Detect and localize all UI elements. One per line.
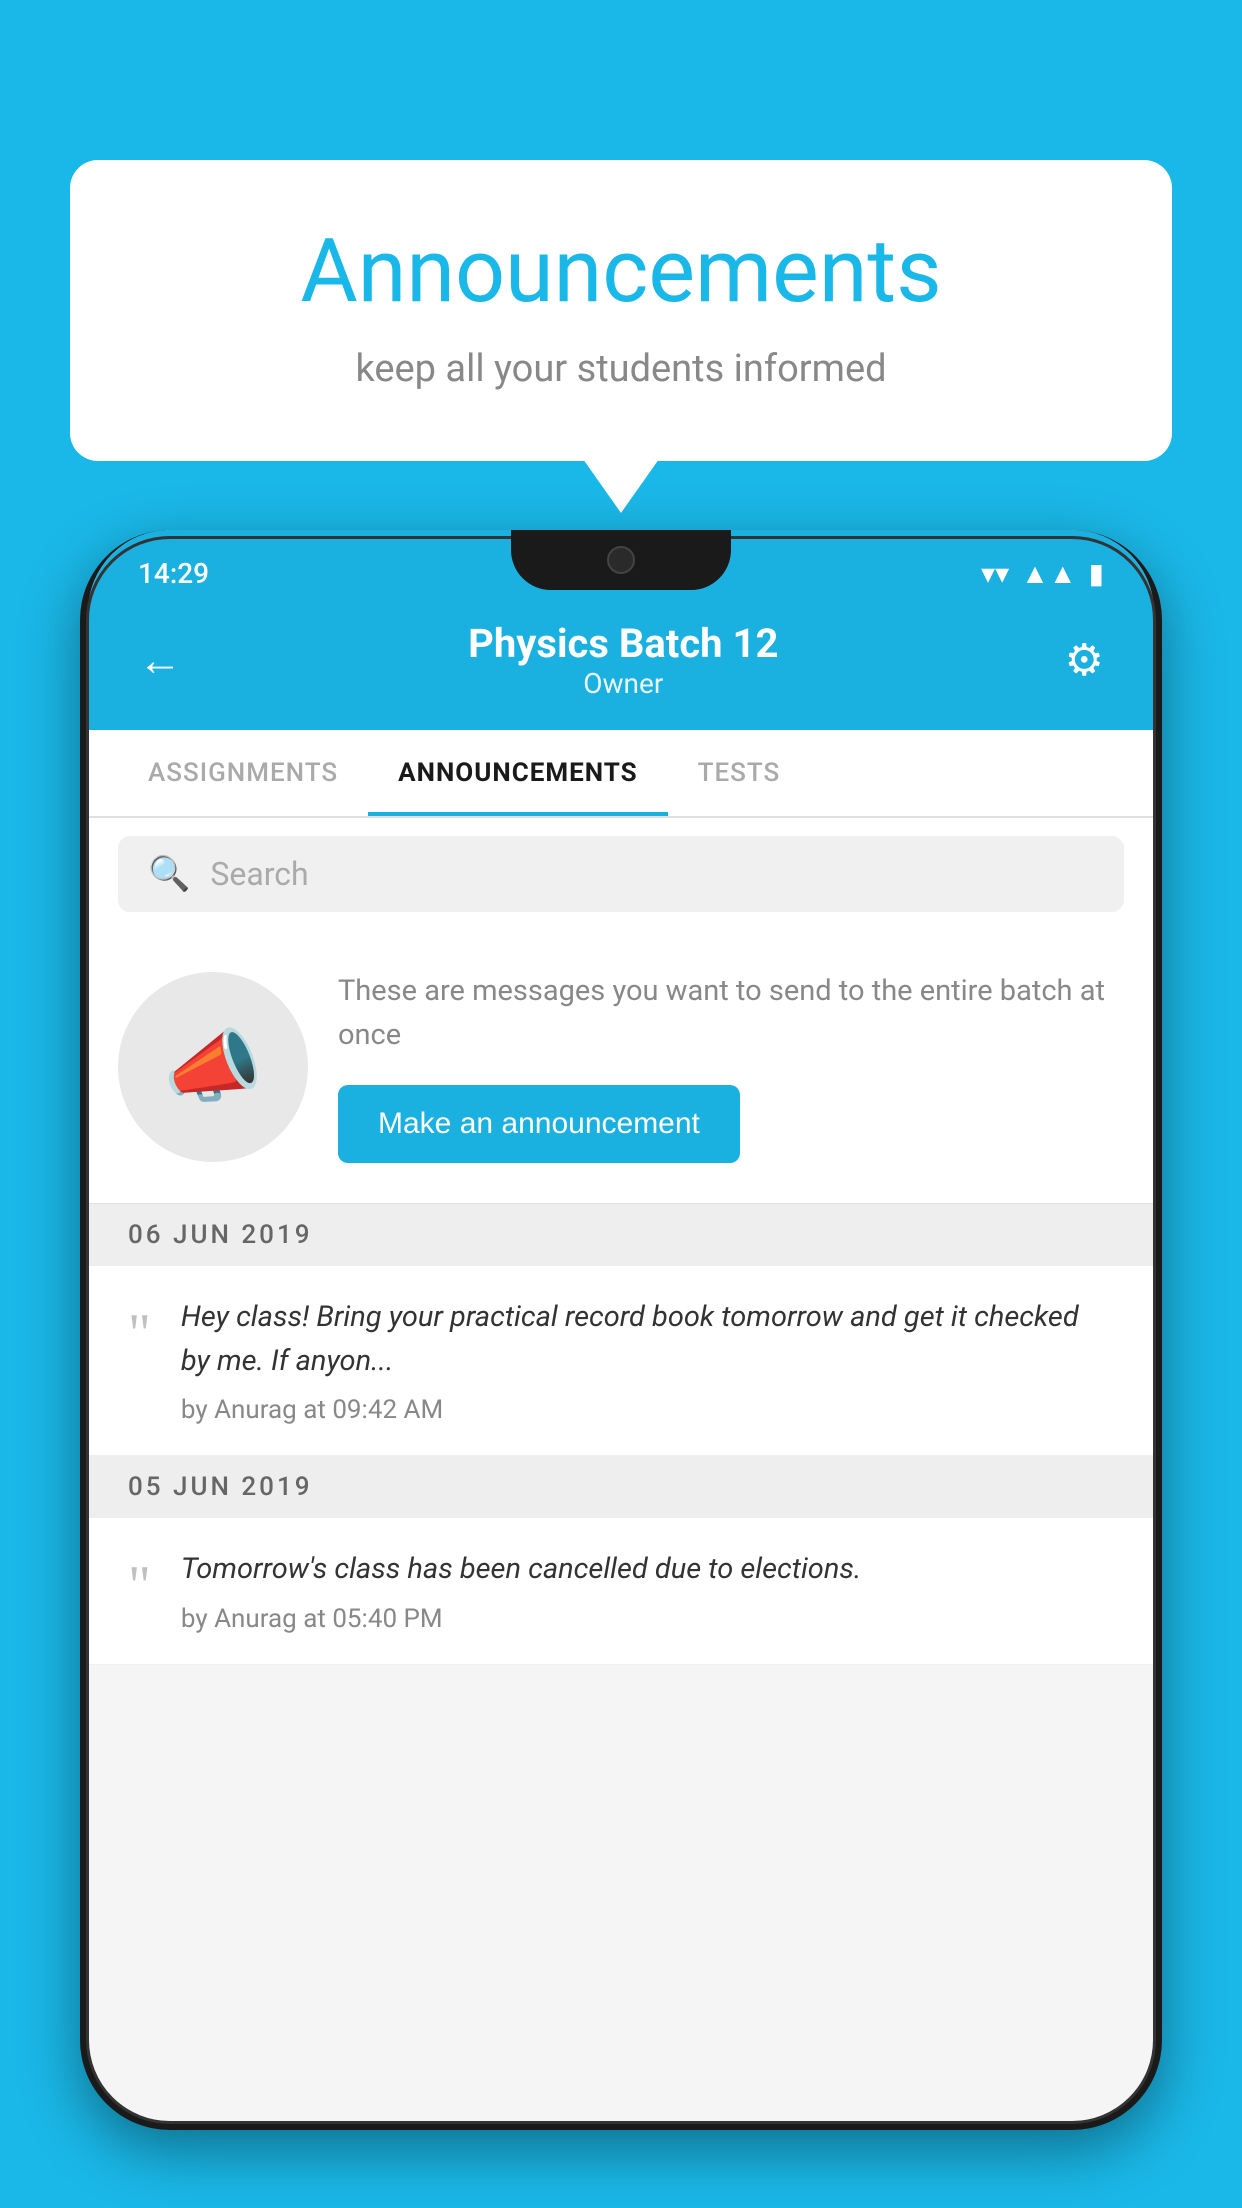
quote-icon-1: " xyxy=(128,1306,151,1362)
announcement-content-1: Hey class! Bring your practical record b… xyxy=(181,1296,1114,1425)
phone-notch xyxy=(511,530,731,590)
signal-icon: ▲▲ xyxy=(1021,557,1076,590)
promo-content: These are messages you want to send to t… xyxy=(338,970,1124,1163)
announcement-content-2: Tomorrow's class has been cancelled due … xyxy=(181,1548,1114,1634)
search-input[interactable]: Search xyxy=(210,855,308,893)
quote-icon-2: " xyxy=(128,1558,151,1614)
search-icon: 🔍 xyxy=(148,854,190,894)
search-bar[interactable]: 🔍 Search xyxy=(118,836,1124,912)
speech-bubble-container: Announcements keep all your students inf… xyxy=(70,160,1172,461)
header-title: Physics Batch 12 xyxy=(468,620,778,667)
phone-frame: 14:29 ▾▾ ▲▲ ▮ ← Physics Batch 12 Owner ⚙ xyxy=(80,530,1162,2130)
gear-icon[interactable]: ⚙ xyxy=(1065,634,1104,686)
tabs-bar: ASSIGNMENTS ANNOUNCEMENTS TESTS xyxy=(88,730,1154,818)
announcement-text-2: Tomorrow's class has been cancelled due … xyxy=(181,1548,1114,1592)
tab-announcements[interactable]: ANNOUNCEMENTS xyxy=(368,730,667,816)
date-header-2: 05 JUN 2019 xyxy=(88,1456,1154,1518)
promo-section: 📣 These are messages you want to send to… xyxy=(88,930,1154,1204)
announcement-meta-1: by Anurag at 09:42 AM xyxy=(181,1395,1114,1425)
promo-icon-circle: 📣 xyxy=(118,972,308,1162)
bubble-subtitle: keep all your students informed xyxy=(150,347,1092,391)
speech-bubble: Announcements keep all your students inf… xyxy=(70,160,1172,461)
date-header-1: 06 JUN 2019 xyxy=(88,1204,1154,1266)
status-icons: ▾▾ ▲▲ ▮ xyxy=(981,557,1104,590)
wifi-icon: ▾▾ xyxy=(981,557,1009,590)
search-container: 🔍 Search xyxy=(88,818,1154,930)
promo-description: These are messages you want to send to t… xyxy=(338,970,1124,1057)
tab-tests[interactable]: TESTS xyxy=(668,730,811,816)
header-center: Physics Batch 12 Owner xyxy=(468,620,778,700)
phone-screen: 14:29 ▾▾ ▲▲ ▮ ← Physics Batch 12 Owner ⚙ xyxy=(88,530,1154,2122)
status-time: 14:29 xyxy=(138,557,209,590)
tab-assignments[interactable]: ASSIGNMENTS xyxy=(118,730,368,816)
announcement-item-1[interactable]: " Hey class! Bring your practical record… xyxy=(88,1266,1154,1456)
camera-dot xyxy=(607,546,635,574)
bubble-title: Announcements xyxy=(150,220,1092,323)
announcement-meta-2: by Anurag at 05:40 PM xyxy=(181,1604,1114,1634)
announcement-item-2[interactable]: " Tomorrow's class has been cancelled du… xyxy=(88,1518,1154,1665)
app-header: ← Physics Batch 12 Owner ⚙ xyxy=(88,600,1154,730)
make-announcement-button[interactable]: Make an announcement xyxy=(338,1085,740,1163)
back-button[interactable]: ← xyxy=(138,634,182,686)
megaphone-icon: 📣 xyxy=(163,1020,263,1114)
header-subtitle: Owner xyxy=(468,667,778,700)
phone-container: 14:29 ▾▾ ▲▲ ▮ ← Physics Batch 12 Owner ⚙ xyxy=(80,530,1162,2208)
battery-icon: ▮ xyxy=(1089,557,1104,590)
announcement-text-1: Hey class! Bring your practical record b… xyxy=(181,1296,1114,1383)
